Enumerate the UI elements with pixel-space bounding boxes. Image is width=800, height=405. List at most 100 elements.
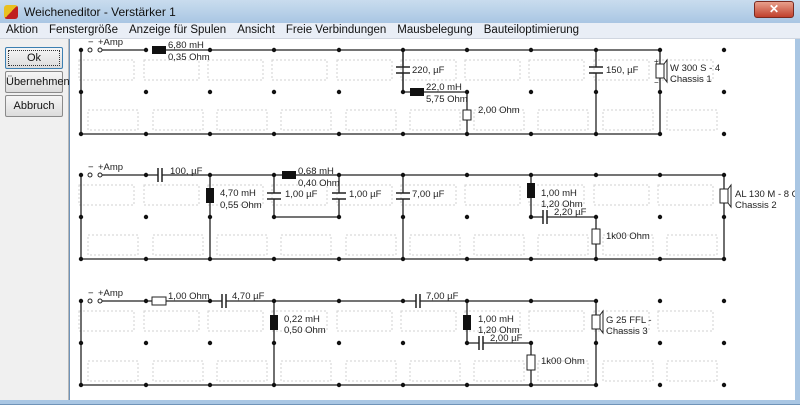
placement-slot[interactable] [409,234,461,256]
node[interactable] [78,172,84,178]
node[interactable] [207,340,213,346]
placement-slot[interactable] [143,184,200,206]
node[interactable] [207,256,213,262]
node[interactable] [593,340,599,346]
node[interactable] [400,89,406,95]
placement-slot[interactable] [602,109,654,131]
node[interactable] [528,298,534,304]
node[interactable] [336,298,342,304]
placement-slot[interactable] [271,59,328,81]
node[interactable] [528,214,534,220]
node[interactable] [143,172,149,178]
node[interactable] [657,382,663,388]
node[interactable] [721,131,727,137]
placement-slot[interactable] [409,109,461,131]
placement-slot[interactable] [78,310,135,332]
inductor-symbol[interactable] [410,88,424,96]
node[interactable] [143,256,149,262]
node[interactable] [721,172,727,178]
node[interactable] [271,47,277,53]
node[interactable] [593,47,599,53]
node[interactable] [657,172,663,178]
node[interactable] [271,214,277,220]
placement-slot[interactable] [78,184,135,206]
node[interactable] [721,47,727,53]
apply-button[interactable]: Übernehmen [5,71,70,93]
placement-slot[interactable] [657,310,714,332]
placement-slot[interactable] [87,360,139,382]
cancel-button[interactable]: Abbruch [5,95,63,117]
placement-slot[interactable] [280,360,332,382]
node[interactable] [721,256,727,262]
node[interactable] [528,172,534,178]
placement-slot[interactable] [345,109,397,131]
menu-anzeige-spulen[interactable]: Anzeige für Spulen [123,23,231,38]
placement-slot[interactable] [345,360,397,382]
menu-aktion[interactable]: Aktion [0,23,43,38]
node[interactable] [593,298,599,304]
placement-slot[interactable] [666,360,718,382]
close-button[interactable]: ✕ [754,1,794,18]
node[interactable] [336,382,342,388]
placement-slot[interactable] [409,360,461,382]
placement-slot[interactable] [87,234,139,256]
node[interactable] [593,131,599,137]
node[interactable] [143,47,149,53]
menu-freie-verbindungen[interactable]: Freie Verbindungen [280,23,391,38]
node[interactable] [78,47,84,53]
placement-slot[interactable] [473,234,525,256]
placement-slot[interactable] [207,59,264,81]
inductor-symbol[interactable] [270,315,278,330]
node[interactable] [143,89,149,95]
node[interactable] [464,256,470,262]
node[interactable] [336,214,342,220]
placement-slot[interactable] [464,184,521,206]
node[interactable] [336,89,342,95]
node[interactable] [78,298,84,304]
placement-slot[interactable] [152,360,204,382]
node[interactable] [207,89,213,95]
node[interactable] [657,256,663,262]
placement-slot[interactable] [528,59,585,81]
placement-slot[interactable] [78,59,135,81]
node[interactable] [464,172,470,178]
node[interactable] [721,89,727,95]
inductor-symbol[interactable] [282,171,296,179]
node[interactable] [78,256,84,262]
inductor-symbol[interactable] [206,188,214,203]
placement-slot[interactable] [143,59,200,81]
placement-slot[interactable] [87,109,139,131]
menu-ansicht[interactable]: Ansicht [231,23,280,38]
node[interactable] [657,340,663,346]
placement-slot[interactable] [657,184,714,206]
capacitor-symbol[interactable] [221,294,484,350]
node[interactable] [657,89,663,95]
node[interactable] [657,298,663,304]
node[interactable] [528,340,534,346]
node[interactable] [528,47,534,53]
node[interactable] [528,256,534,262]
placement-slot[interactable] [280,234,332,256]
node[interactable] [593,89,599,95]
placement-slot[interactable] [345,234,397,256]
menu-fenstergroesse[interactable]: Fenstergröße [43,23,123,38]
node[interactable] [528,131,534,137]
schematic-canvas[interactable]: + − − +Amp − +Amp − +Amp 6,80 mH 0,35 Ohm 22… [70,37,800,400]
node[interactable] [78,214,84,220]
inductor-symbol[interactable] [527,183,535,198]
node[interactable] [336,47,342,53]
node[interactable] [721,298,727,304]
node[interactable] [143,340,149,346]
placement-slot[interactable] [666,234,718,256]
node[interactable] [657,131,663,137]
placement-slot[interactable] [216,109,268,131]
inductor-symbol[interactable] [152,46,166,54]
amp-terminals[interactable] [87,47,103,304]
menu-mausbelegung[interactable]: Mausbelegung [391,23,477,38]
node[interactable] [143,298,149,304]
placement-slot[interactable] [280,109,332,131]
speaker-icon[interactable] [719,183,732,209]
node[interactable] [721,382,727,388]
node[interactable] [143,214,149,220]
node[interactable] [400,172,406,178]
